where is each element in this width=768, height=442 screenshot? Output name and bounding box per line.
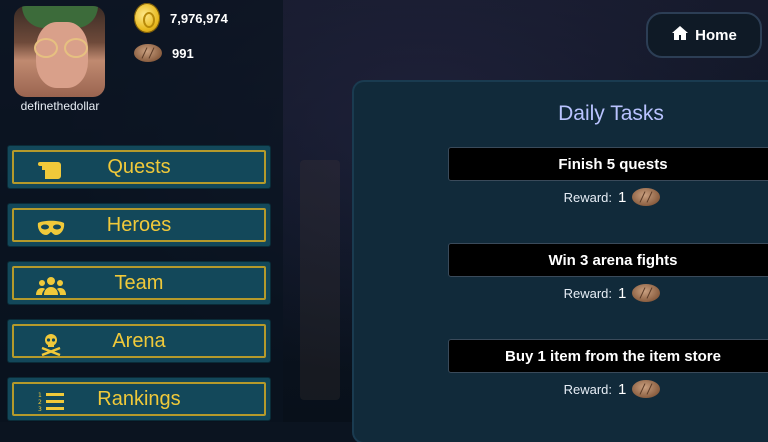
task-item[interactable]: Finish 5 quests xyxy=(448,147,768,181)
task-reward: Reward: 1 xyxy=(448,380,768,398)
scroll-icon xyxy=(36,160,66,180)
task-name: Win 3 arena fights xyxy=(548,251,678,269)
task-name: Finish 5 quests xyxy=(558,155,668,173)
menu-button-rankings[interactable]: 123 Rankings xyxy=(8,378,270,420)
ordered-list-icon: 123 xyxy=(36,392,66,413)
menu-button-heroes[interactable]: Heroes xyxy=(8,204,270,246)
skull-crossbones-icon xyxy=(36,334,66,356)
bread-balance: 991 xyxy=(134,44,194,62)
task-item[interactable]: Buy 1 item from the item store xyxy=(448,339,768,373)
username: definethedollar xyxy=(20,99,100,113)
home-button[interactable]: Home xyxy=(646,12,762,58)
bread-icon xyxy=(632,284,661,302)
panel-title-wrap: Daily Tasks xyxy=(356,102,768,126)
reward-value: 1 xyxy=(618,284,627,302)
home-icon xyxy=(671,25,689,46)
svg-text:1: 1 xyxy=(38,392,42,399)
task-reward: Reward: 1 xyxy=(448,188,768,206)
bread-icon xyxy=(632,188,661,206)
task-reward: Reward: 1 xyxy=(448,284,768,302)
panel-title: Daily Tasks xyxy=(558,102,664,125)
menu-button-quests[interactable]: Quests xyxy=(8,146,270,188)
menu-button-team[interactable]: Team xyxy=(8,262,270,304)
task-name: Buy 1 item from the item store xyxy=(505,347,721,365)
home-label: Home xyxy=(695,26,737,44)
sidebar: definethedollar 7,976,974 991 Quests Her… xyxy=(0,0,283,422)
bread-value: 991 xyxy=(172,45,194,61)
bread-icon xyxy=(134,44,162,62)
avatar[interactable] xyxy=(14,6,105,97)
task-item[interactable]: Win 3 arena fights xyxy=(448,243,768,277)
mask-icon xyxy=(36,218,66,238)
reward-value: 1 xyxy=(618,380,627,398)
reward-label: Reward: xyxy=(563,189,613,205)
reward-label: Reward: xyxy=(563,381,613,397)
svg-text:3: 3 xyxy=(38,406,42,413)
reward-value: 1 xyxy=(618,188,627,206)
bread-icon xyxy=(632,380,661,398)
menu-button-arena[interactable]: Arena xyxy=(8,320,270,362)
coin-icon xyxy=(134,3,160,33)
svg-text:2: 2 xyxy=(38,399,42,406)
reward-label: Reward: xyxy=(563,285,613,301)
group-icon xyxy=(36,276,66,296)
coin-balance: 7,976,974 xyxy=(134,3,228,33)
coin-value: 7,976,974 xyxy=(170,10,228,26)
